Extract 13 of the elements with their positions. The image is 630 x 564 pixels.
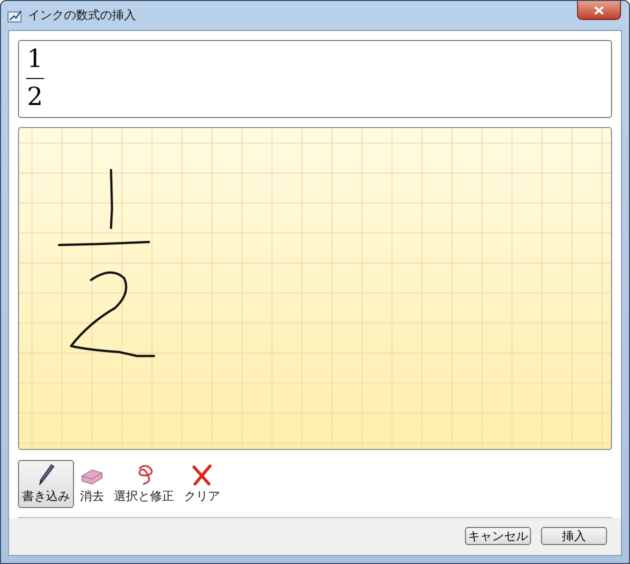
dialog-button[interactable]: 挿入 <box>541 527 607 545</box>
close-button[interactable] <box>577 1 621 20</box>
app-icon <box>7 8 23 22</box>
tool-button[interactable]: 書き込み <box>18 460 74 508</box>
tool-button[interactable]: 選択と修正 <box>110 460 178 508</box>
window-title: インクの数式の挿入 <box>28 7 136 24</box>
numerator: 1 <box>27 43 43 75</box>
close-icon <box>594 6 604 14</box>
tool-button[interactable]: クリア <box>180 460 224 508</box>
clear-icon <box>191 464 213 486</box>
denominator: 2 <box>27 81 43 113</box>
tool-button[interactable]: 消去 <box>76 460 108 508</box>
dialog-button[interactable]: キャンセル <box>465 527 531 545</box>
